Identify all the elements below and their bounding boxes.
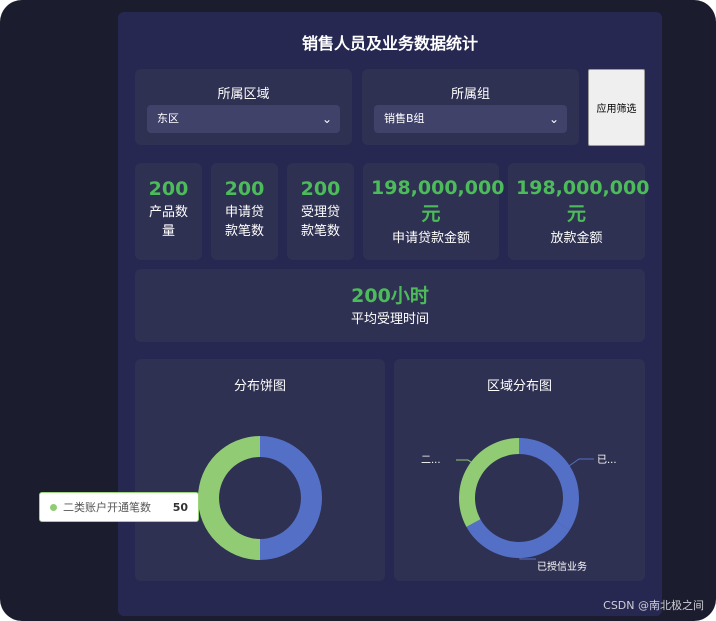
stat-card-loan-amount: 198,000,000元 放款金额 xyxy=(508,163,650,260)
region-select[interactable]: 东区 ⌄ xyxy=(147,105,340,133)
chevron-down-icon: ⌄ xyxy=(321,112,332,126)
stat-card-product-count: 200 产品数量 xyxy=(135,163,202,260)
watermark: CSDN @南北极之间 xyxy=(603,599,704,612)
label-line-right xyxy=(568,458,594,467)
stat-label: 产品数量 xyxy=(148,205,188,239)
stat-value: 198,000,000元 xyxy=(516,177,650,225)
group-select-value: 销售B组 xyxy=(384,112,425,125)
region-label-left: 二... xyxy=(421,455,441,466)
pie-slice[interactable] xyxy=(519,438,579,531)
apply-filter-button[interactable]: 应用筛选 xyxy=(588,69,645,146)
stat-card-accept-count: 200 受理贷款笔数 xyxy=(287,163,354,260)
region-chart-svg: 二... 已... 已授信业务 xyxy=(421,438,617,573)
stat-label: 申请贷款笔数 xyxy=(224,205,264,239)
tooltip-name: 二类账户开通笔数 xyxy=(63,501,151,514)
region-label-right: 已... xyxy=(597,455,617,466)
stat-label: 受理贷款笔数 xyxy=(300,205,340,239)
group-filter-label: 所属组 xyxy=(450,87,490,102)
pie-slice[interactable] xyxy=(198,436,260,560)
region-chart-card: 区域分布图 二... 已... 已授信业务 xyxy=(394,359,645,581)
stat-value: 198,000,000元 xyxy=(371,177,505,225)
chart-tooltip: 二类账户开通笔数 50 xyxy=(39,492,199,522)
stat-label: 放款金额 xyxy=(550,231,603,246)
pie-slice[interactable] xyxy=(260,436,322,560)
region-filter-label: 所属区域 xyxy=(217,87,270,102)
pie-slice[interactable] xyxy=(466,519,570,558)
stat-card-avg-time: 200小时 平均受理时间 xyxy=(135,269,645,342)
tooltip-value: 50 xyxy=(172,500,188,514)
dashboard-panel: 销售人员及业务数据统计 所属区域 东区 ⌄ 所属组 销售B组 ⌄ 应用筛选 20… xyxy=(118,12,662,616)
region-select-value: 东区 xyxy=(157,112,179,125)
legend-dot-icon xyxy=(50,503,57,511)
avg-time-value: 200小时 xyxy=(351,285,429,307)
region-label-bottom: 已授信业务 xyxy=(537,560,587,573)
stat-value: 200 xyxy=(300,178,341,200)
stat-card-apply-amount: 198,000,000元 申请贷款金额 xyxy=(363,163,505,260)
stat-card-apply-count: 200 申请贷款笔数 xyxy=(211,163,278,260)
stat-label: 申请贷款金额 xyxy=(391,231,470,246)
pie-chart-card: 分布饼图 xyxy=(135,359,385,581)
pie-chart-svg xyxy=(198,436,322,560)
chevron-down-icon: ⌄ xyxy=(548,112,559,126)
region-filter-card: 所属区域 东区 ⌄ xyxy=(135,69,352,145)
avg-time-label: 平均受理时间 xyxy=(350,312,429,327)
group-select[interactable]: 销售B组 ⌄ xyxy=(374,105,567,133)
page-title: 销售人员及业务数据统计 xyxy=(301,34,478,53)
stat-value: 200 xyxy=(224,178,265,200)
stat-value: 200 xyxy=(148,178,189,200)
pie-slice[interactable] xyxy=(459,438,519,527)
group-filter-card: 所属组 销售B组 ⌄ xyxy=(362,69,579,145)
app-frame: 销售人员及业务数据统计 所属区域 东区 ⌄ 所属组 销售B组 ⌄ 应用筛选 20… xyxy=(0,0,716,621)
